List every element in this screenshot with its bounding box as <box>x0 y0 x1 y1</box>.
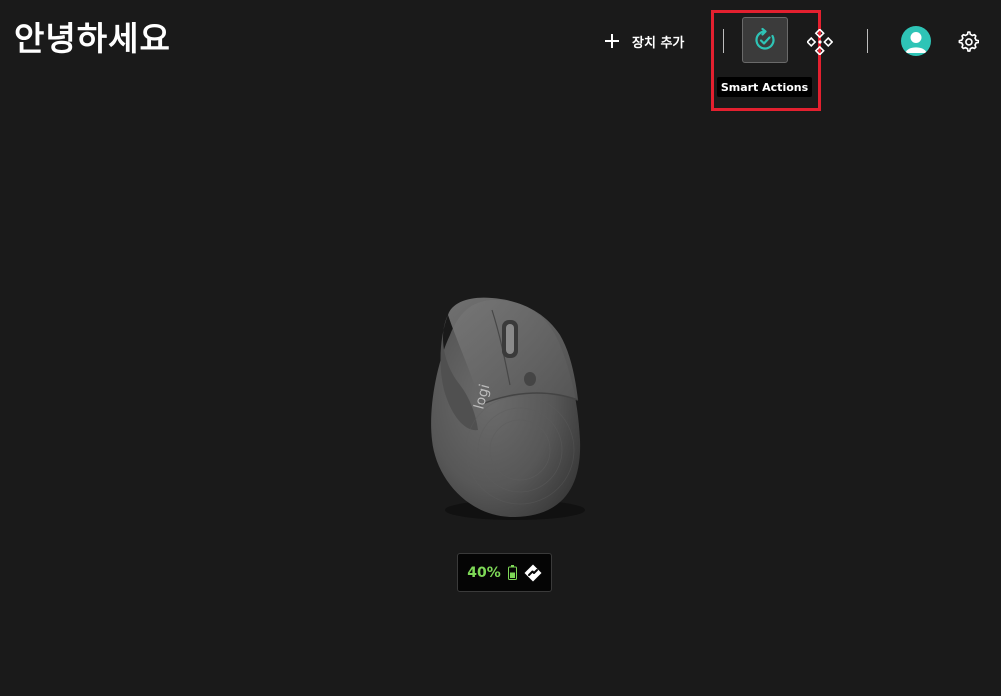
user-avatar-icon <box>905 32 927 53</box>
add-device-button[interactable]: 장치 추가 <box>602 28 684 54</box>
add-device-label: 장치 추가 <box>632 35 685 51</box>
toolbar-divider <box>723 29 724 53</box>
flow-button[interactable] <box>806 28 834 56</box>
mouse-device-image[interactable]: logi <box>420 290 605 525</box>
app-window: 안녕하세요 장치 추가 Smart Actions logi 40% <box>0 0 1001 696</box>
greeting-title: 안녕하세요 <box>14 19 171 58</box>
battery-icon <box>507 565 517 580</box>
smart-actions-icon <box>755 27 775 50</box>
toolbar-divider <box>867 29 868 53</box>
logi-bolt-icon <box>524 564 542 581</box>
battery-status: 40% <box>457 553 552 592</box>
user-avatar-button[interactable] <box>901 26 931 56</box>
gear-icon <box>958 31 979 52</box>
smart-actions-tooltip: Smart Actions <box>717 77 812 97</box>
smart-actions-button[interactable] <box>742 17 788 63</box>
flow-icon <box>807 29 833 55</box>
settings-button[interactable] <box>956 29 980 53</box>
battery-level-text: 40% <box>467 564 501 581</box>
plus-icon <box>605 34 619 48</box>
